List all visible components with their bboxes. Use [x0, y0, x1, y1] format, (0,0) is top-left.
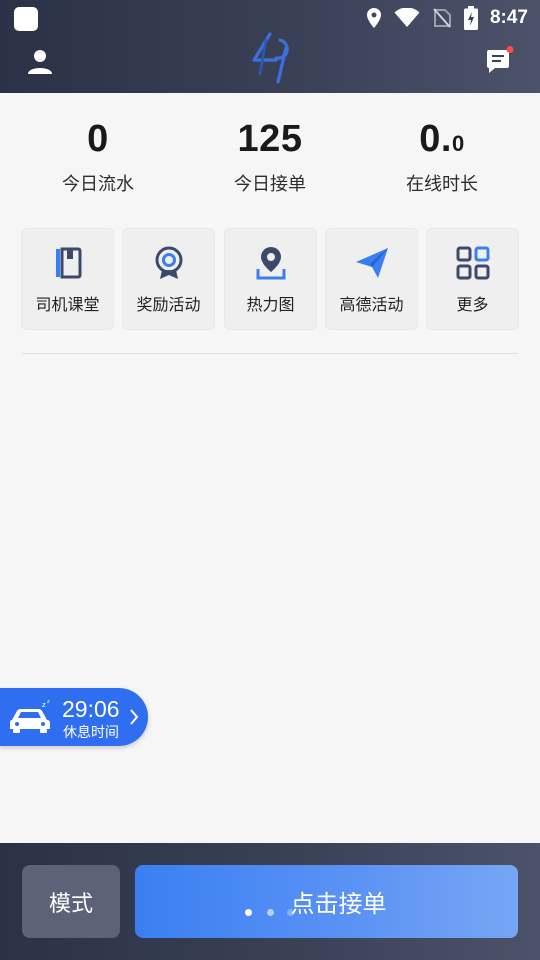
quick-action-label: 更多: [456, 295, 489, 314]
award-icon: [155, 246, 182, 279]
app-notification-icon: [14, 7, 38, 31]
accept-orders-label: 点击接单: [290, 890, 387, 918]
stat-label: 在线时长: [406, 174, 478, 195]
loading-dots-icon: [245, 909, 299, 921]
quick-action-rewards[interactable]: 奖励活动: [122, 228, 215, 330]
rest-label: 休息时间: [63, 725, 119, 741]
book-icon: [55, 247, 81, 279]
stat-online-duration[interactable]: 0.0 在线时长: [362, 115, 522, 196]
notification-dot: [506, 46, 514, 53]
location-icon: [366, 8, 381, 28]
quick-actions: 司机课堂 奖励活动 热力图 高德活动 更多: [21, 228, 519, 330]
daily-stats: 0 今日流水 125 今日接单 0.0 在线时长: [0, 115, 540, 195]
user-icon[interactable]: [26, 48, 54, 76]
quick-action-label: 热力图: [246, 295, 295, 314]
accept-orders-button[interactable]: 点击接单: [135, 865, 518, 938]
no-sim-icon: [433, 8, 451, 28]
map-pin-icon: [256, 247, 285, 280]
stat-value: 0.0: [419, 118, 465, 160]
battery-charging-icon: [463, 6, 478, 30]
wifi-icon: [394, 8, 420, 27]
stat-value: 0: [87, 118, 109, 160]
rest-timer[interactable]: z z 29:06 休息时间: [0, 688, 148, 746]
status-icons: 8:47: [366, 4, 528, 32]
stat-daily-orders[interactable]: 125 今日接单: [190, 115, 350, 196]
stat-value: 125: [237, 118, 303, 160]
stat-label: 今日接单: [234, 174, 306, 195]
chevron-right-icon: [130, 709, 139, 725]
svg-text:z: z: [42, 701, 46, 709]
stat-label: 今日流水: [62, 174, 134, 195]
paper-plane-icon: [355, 248, 388, 278]
quick-action-amap-events[interactable]: 高德活动: [325, 228, 418, 330]
logo-icon: [252, 32, 289, 84]
quick-action-label: 奖励活动: [136, 295, 201, 314]
message-icon[interactable]: [484, 46, 514, 76]
quick-action-label: 高德活动: [339, 295, 404, 314]
quick-action-heatmap[interactable]: 热力图: [224, 228, 317, 330]
sleeping-car-icon: z z: [10, 699, 50, 733]
status-time: 8:47: [489, 7, 528, 28]
mode-button[interactable]: 模式: [22, 865, 120, 938]
top-header: 8:47: [0, 0, 540, 93]
stat-daily-revenue[interactable]: 0 今日流水: [18, 115, 178, 196]
bottom-bar: 模式 点击接单: [0, 843, 540, 960]
grid-icon: [456, 246, 489, 280]
rest-time: 29:06: [62, 696, 120, 722]
quick-action-label: 司机课堂: [35, 295, 100, 314]
quick-action-more[interactable]: 更多: [426, 228, 519, 330]
divider: [22, 353, 518, 354]
svg-text:z: z: [47, 699, 50, 705]
quick-action-driver-class[interactable]: 司机课堂: [21, 228, 114, 330]
